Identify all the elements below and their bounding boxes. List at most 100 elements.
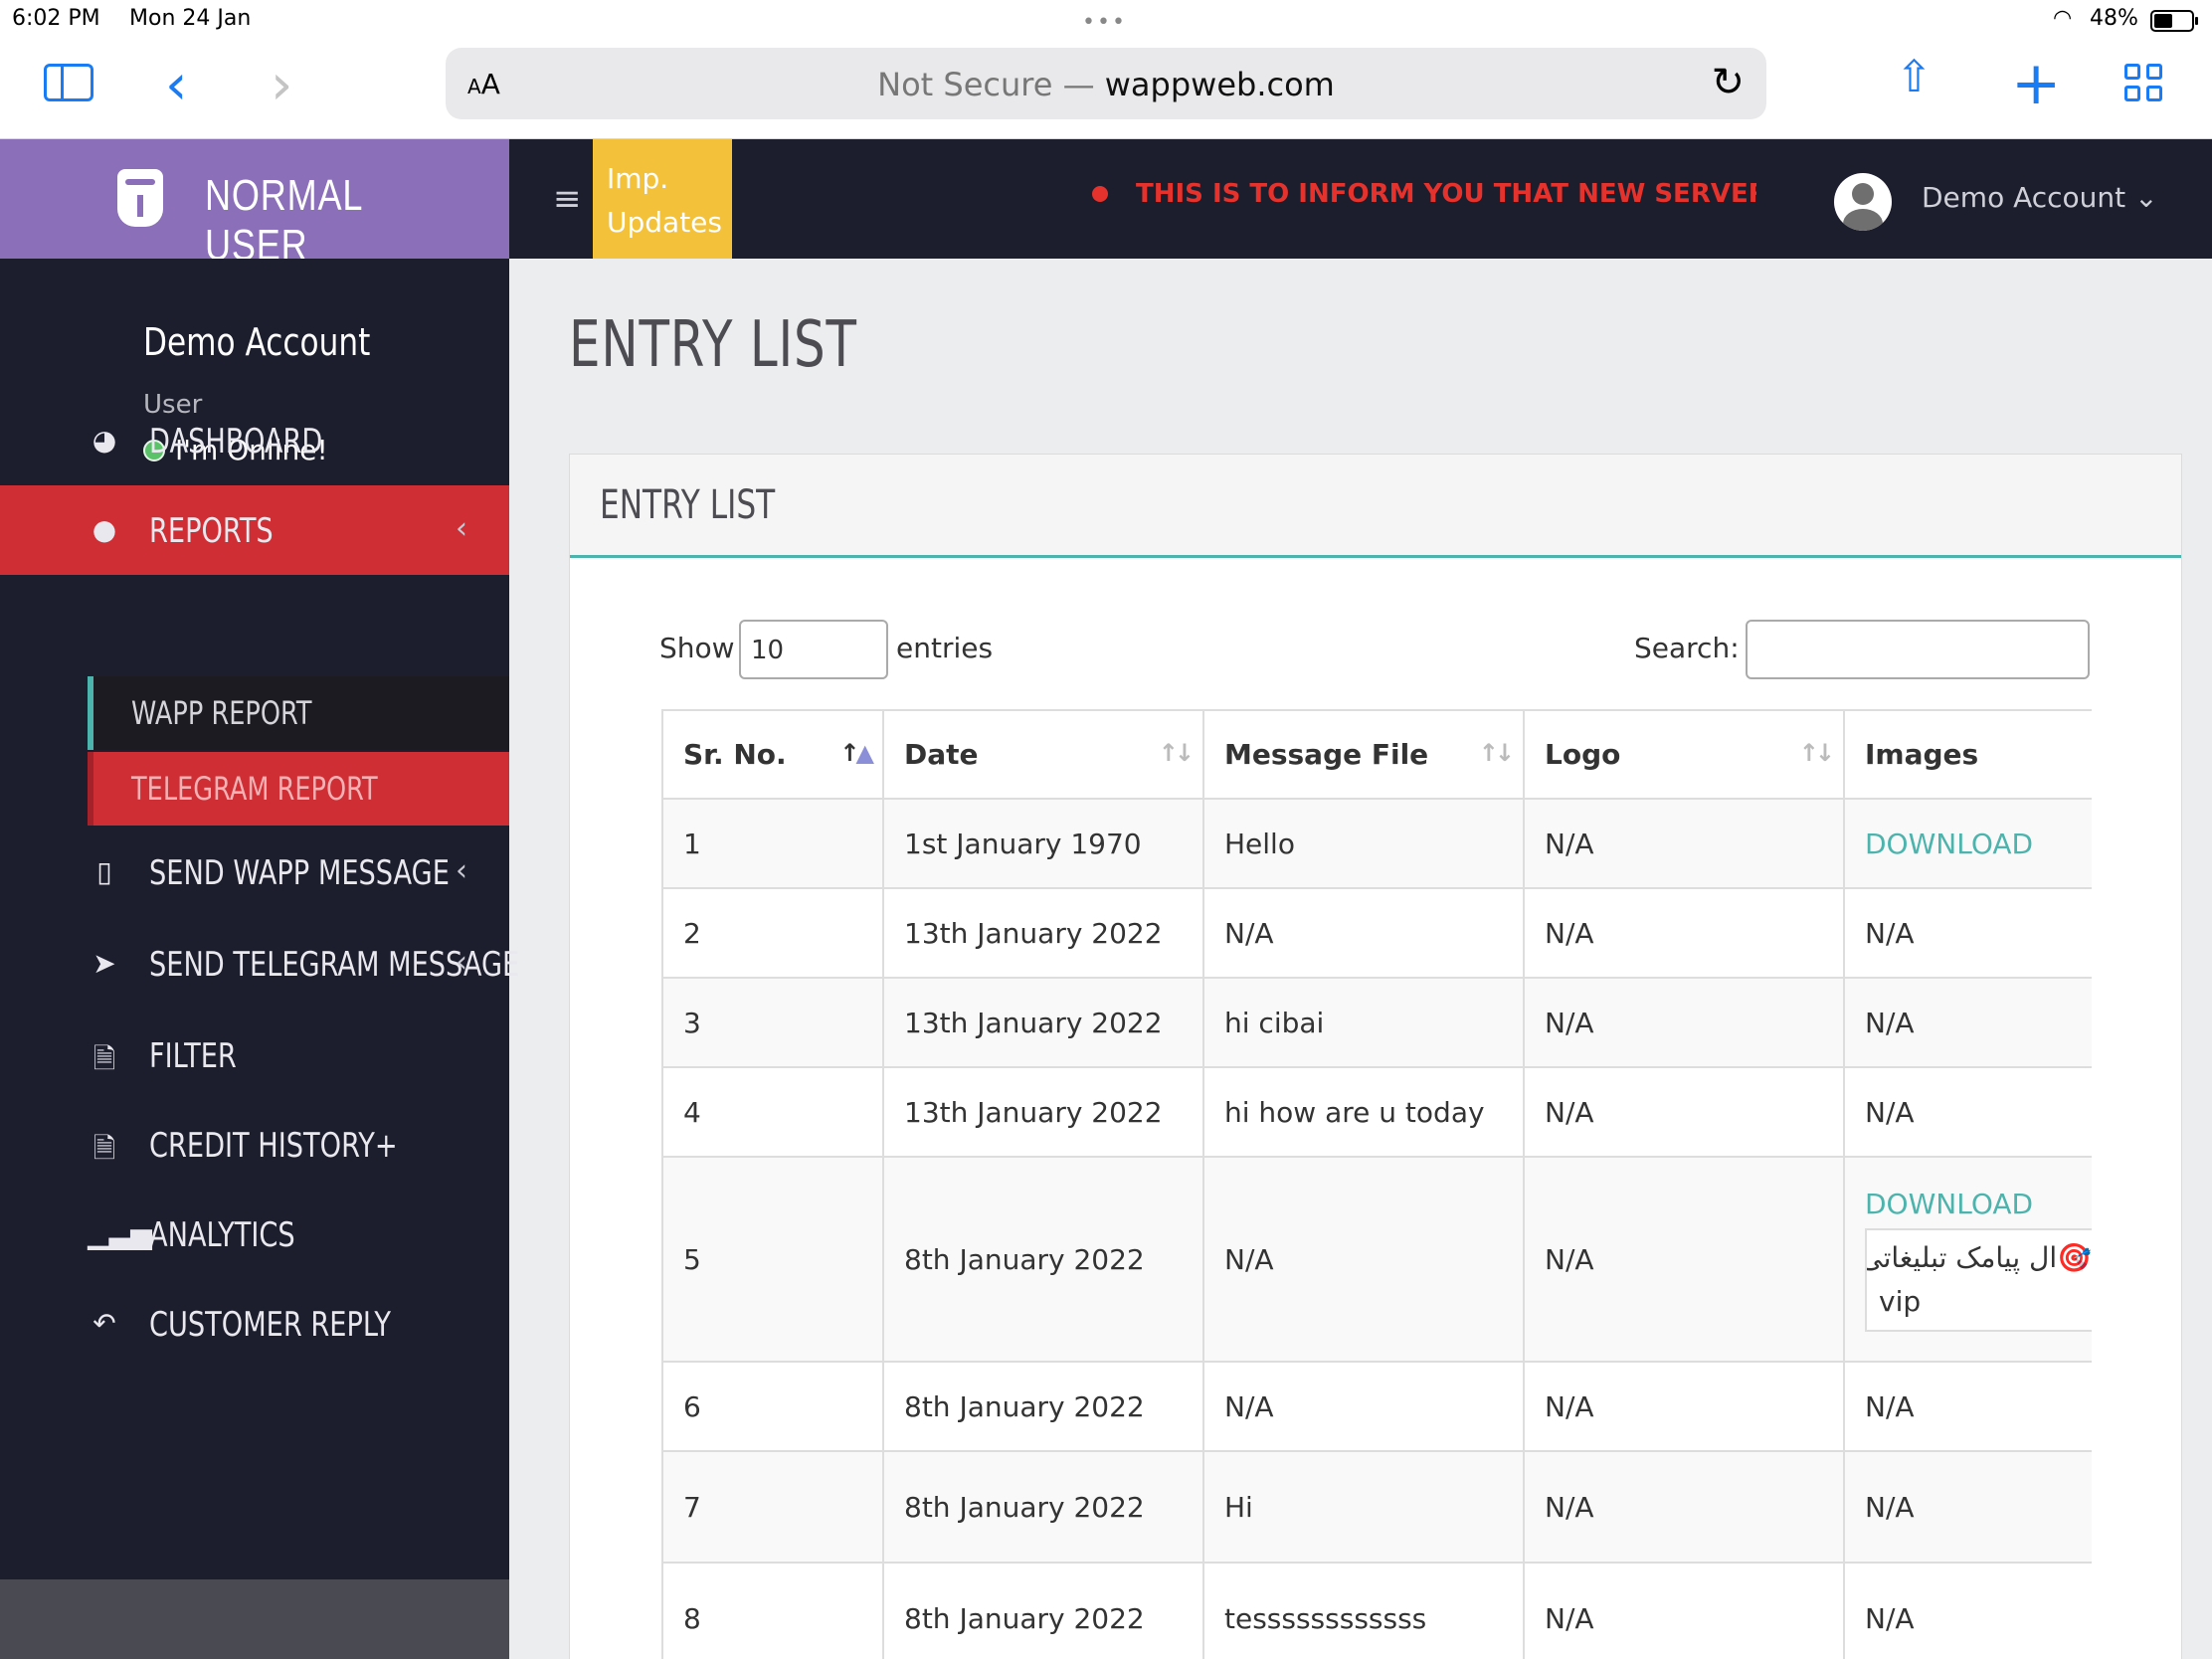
sidebar-subitem-wapp-report[interactable]: WAPP REPORT [88, 676, 509, 750]
brand-title: NORMAL USER [205, 171, 362, 270]
sidebar-item-label: CREDIT HISTORY+ [149, 1126, 398, 1166]
sidebar-user-name: Demo Account [143, 320, 371, 364]
cell-sr-no: 5 [661, 1157, 883, 1363]
file-icon: 🗎 [92, 1042, 116, 1075]
url-host: wappweb.com [1104, 66, 1335, 103]
cell-images: N/A [1843, 1067, 2092, 1158]
cell-logo: N/A [1523, 888, 1844, 979]
sort-icon: ↑↓ [1798, 739, 1835, 767]
brand[interactable]: NORMAL USER [0, 139, 509, 270]
entry-table: Sr. No. ↑▲ Date ↑↓ Message File ↑↓ Logo ↑↓ I… [661, 711, 2092, 1659]
table-row: 6 8th January 2022 N/A N/A N/A [661, 1362, 2092, 1452]
cell-date: 8th January 2022 [882, 1563, 1203, 1659]
image-caption-line: 🎯ال پیامک تبلیغاتی [1865, 1240, 2092, 1274]
url-display[interactable]: Not Secure — wappweb.com [446, 66, 1766, 103]
cell-logo: N/A [1523, 1362, 1844, 1452]
cell-message-file: hi how are u today [1202, 1067, 1524, 1158]
cell-message-file: N/A [1202, 1157, 1524, 1363]
announcement-marquee: THIS IS TO INFORM YOU THAT NEW SERVER IS [1092, 179, 1756, 219]
user-icon: ● [92, 513, 117, 546]
sidebar-item-reports[interactable]: ● REPORTS ‹ [0, 485, 509, 575]
sidebar-subitem-label: TELEGRAM REPORT [131, 770, 378, 808]
cell-images: N/A [1843, 978, 2092, 1068]
cell-images: N/A [1843, 1451, 2092, 1564]
sidebar-item-analytics[interactable]: ▁▃▅ ANALYTICS [0, 1190, 509, 1279]
tabs-overview-icon[interactable] [2124, 64, 2164, 103]
new-tab-icon[interactable]: + [2011, 54, 2061, 113]
table-row: 3 13th January 2022 hi cibai N/A N/A [661, 978, 2092, 1068]
entries-label: entries [896, 632, 994, 664]
column-header-label: Date [904, 738, 979, 771]
status-date: Mon 24 Jan [129, 6, 252, 31]
cell-sr-no: 4 [661, 1067, 883, 1158]
cell-sr-no: 2 [661, 888, 883, 979]
sidebar-item-filter[interactable]: 🗎 FILTER [0, 1011, 509, 1100]
sidebar-item-dashboard[interactable]: ◕ DASHBOARD [0, 396, 509, 485]
cell-message-file: Hello [1202, 799, 1524, 889]
sidebar-subitem-telegram-report[interactable]: TELEGRAM REPORT [88, 752, 509, 826]
cell-date: 13th January 2022 [882, 1067, 1203, 1158]
column-header-message-file[interactable]: Message File ↑↓ [1202, 711, 1524, 800]
multitask-dots-icon[interactable]: ••• [1082, 10, 1127, 35]
entry-list-card: ENTRY LIST Show 10 entries Search: Sr. N… [569, 454, 2182, 1659]
sidebar-item-customer-reply[interactable]: ↶ CUSTOMER REPLY [0, 1279, 509, 1369]
imp-updates-button[interactable]: Imp. Updates [593, 139, 732, 259]
table-header-row: Sr. No. ↑▲ Date ↑↓ Message File ↑↓ Logo ↑↓ I… [661, 711, 2092, 800]
download-link[interactable]: DOWNLOAD [1865, 828, 2033, 860]
column-header-date[interactable]: Date ↑↓ [882, 711, 1203, 800]
show-label: Show [659, 632, 735, 664]
back-icon[interactable]: ‹ [165, 58, 187, 113]
card-title: ENTRY LIST [600, 482, 776, 528]
column-header-logo[interactable]: Logo ↑↓ [1523, 711, 1844, 800]
column-header-images[interactable]: Images [1843, 711, 2092, 800]
hamburger-menu-icon[interactable]: ≡ [553, 179, 582, 219]
entry-table-wrapper: Sr. No. ↑▲ Date ↑↓ Message File ↑↓ Logo ↑↓ I… [661, 709, 2092, 1659]
sidebar-item-send-telegram-message[interactable]: ➤ SEND TELEGRAM MESSAGE ‹ [0, 919, 519, 1009]
page-title: ENTRY LIST [569, 308, 857, 382]
cell-message-file: tessssssssssss [1202, 1563, 1524, 1659]
cell-date: 8th January 2022 [882, 1362, 1203, 1452]
cell-date: 8th January 2022 [882, 1451, 1203, 1564]
address-bar[interactable]: AA Not Secure — wappweb.com ↻ [446, 48, 1766, 119]
cell-message-file: hi cibai [1202, 978, 1524, 1068]
cell-images: N/A [1843, 1362, 2092, 1452]
sidebar-item-label: ANALYTICS [149, 1215, 295, 1255]
cell-date: 13th January 2022 [882, 978, 1203, 1068]
chevron-down-icon: ⌄ [2134, 181, 2158, 214]
entries-per-page-select[interactable]: 10 [739, 620, 888, 679]
sidebar-item-credit-history[interactable]: 🗎 CREDIT HISTORY+ [0, 1100, 509, 1190]
cell-sr-no: 6 [661, 1362, 883, 1452]
card-header: ENTRY LIST [570, 455, 2181, 558]
cell-logo: N/A [1523, 1451, 1844, 1564]
cell-sr-no: 8 [661, 1563, 883, 1659]
cell-logo: N/A [1523, 1067, 1844, 1158]
forward-icon[interactable]: › [271, 58, 292, 113]
sidebar-toggle-icon[interactable] [44, 64, 93, 101]
table-row: 7 8th January 2022 Hi N/A N/A [661, 1451, 2092, 1564]
table-row: 1 1st January 1970 Hello N/A DOWNLOAD [661, 799, 2092, 889]
file-icon: 🗎 [92, 1132, 116, 1165]
cell-date: 8th January 2022 [882, 1157, 1203, 1363]
sidebar-item-send-wapp-message[interactable]: ▯ SEND WAPP MESSAGE ‹ [0, 828, 509, 917]
share-icon[interactable]: ⇧ [1896, 56, 1933, 99]
reload-icon[interactable]: ↻ [1711, 60, 1745, 105]
sidebar-subitem-label: WAPP REPORT [131, 694, 312, 732]
download-link[interactable]: DOWNLOAD [1865, 1188, 2033, 1220]
table-row: 5 8th January 2022 N/A N/A DOWNLOAD 🎯ال … [661, 1157, 2092, 1363]
browser-toolbar: ‹ › AA Not Secure — wappweb.com ↻ ⇧ + [0, 40, 2212, 139]
column-header-label: Images [1865, 738, 1979, 771]
cell-images: N/A [1843, 888, 2092, 979]
column-header-label: Sr. No. [683, 738, 787, 771]
avatar[interactable] [1834, 173, 1892, 231]
sidebar: Demo Account User I'm Online! ◕ DASHBOAR… [0, 259, 519, 1579]
column-header-sr-no[interactable]: Sr. No. ↑▲ [661, 711, 883, 800]
cell-images: N/A [1843, 1563, 2092, 1659]
sidebar-item-label: REPORTS [149, 511, 274, 551]
search-input[interactable] [1746, 620, 2090, 679]
user-menu[interactable]: Demo Account ⌄ [1922, 181, 2158, 214]
cell-sr-no: 1 [661, 799, 883, 889]
sort-icon: ↑↓ [1158, 739, 1195, 767]
announcement-text: THIS IS TO INFORM YOU THAT NEW SERVER IS [1136, 179, 1756, 209]
chevron-left-icon: ‹ [456, 945, 467, 980]
sort-asc-icon: ↑▲ [839, 739, 874, 767]
